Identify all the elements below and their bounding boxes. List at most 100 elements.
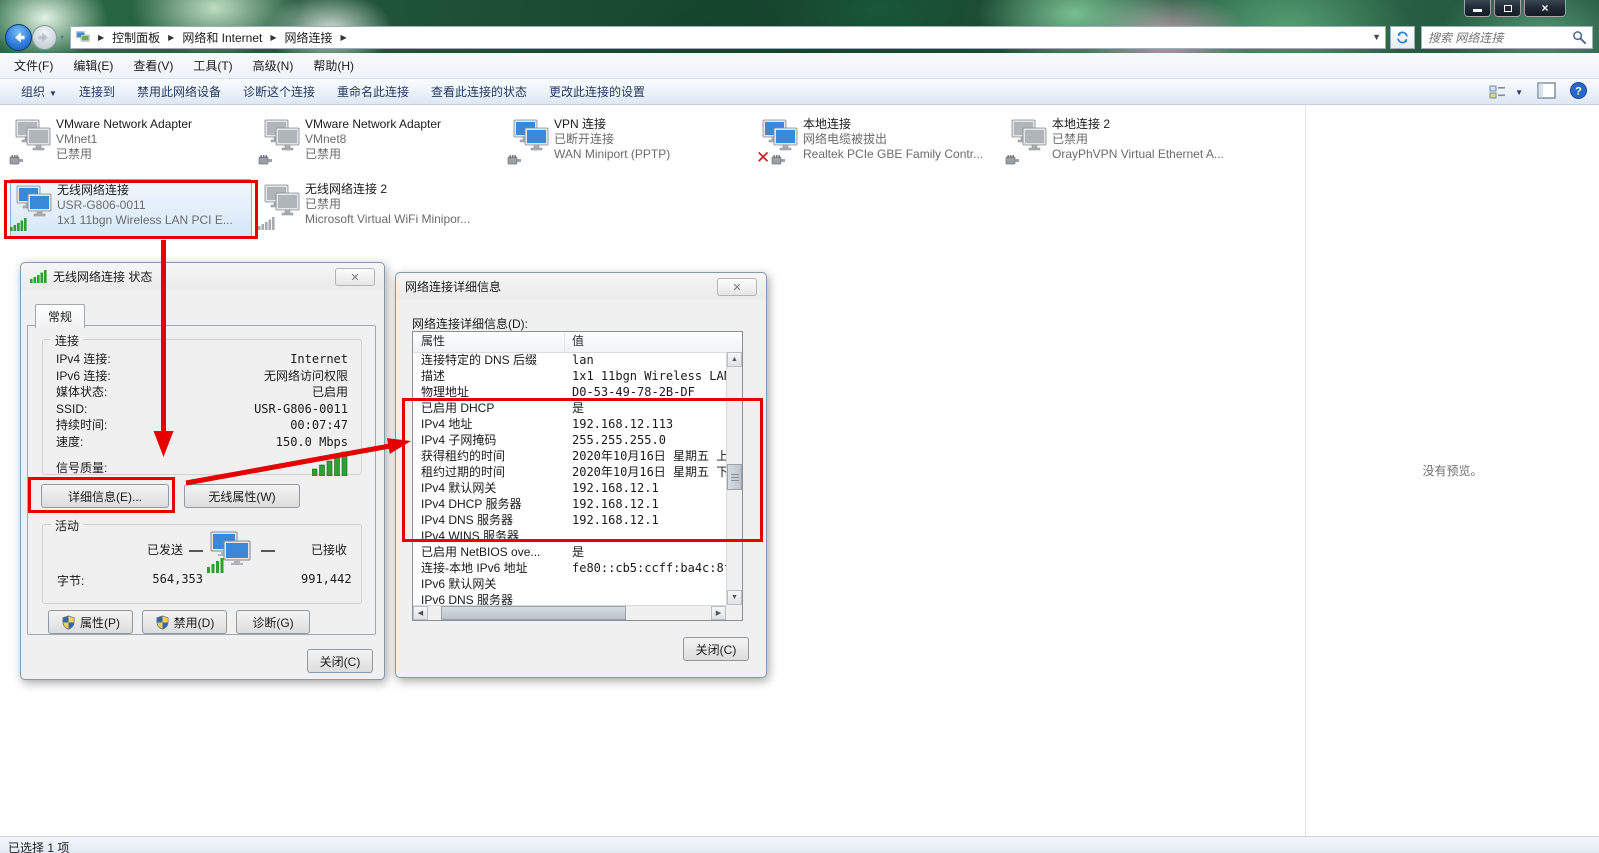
disable-button[interactable]: 禁用(D) (142, 610, 227, 634)
detail-row[interactable]: 描述 1x1 11bgn Wireless LAN PCI Exp (413, 368, 726, 384)
close-icon: ✕ (732, 281, 741, 294)
menu-edit[interactable]: 编辑(E) (63, 53, 123, 78)
network-adapter-item[interactable]: ✕ (508, 114, 750, 174)
toolbar-organize[interactable]: 组织▼ (10, 79, 68, 104)
toolbar-change-settings[interactable]: 更改此连接的设置 (538, 79, 656, 104)
toolbar-right-icons: ▼ ? (1489, 82, 1587, 102)
toolbar-disable-device[interactable]: 禁用此网络设备 (126, 79, 232, 104)
detail-row[interactable]: IPv6 DNS 服务器 (413, 592, 726, 605)
breadcrumb-separator-icon[interactable]: ▶ (335, 33, 353, 42)
help-button[interactable]: ? (1570, 82, 1587, 102)
scroll-left-icon[interactable]: ◀ (413, 606, 428, 620)
detail-property: 连接特定的 DNS 后缀 (413, 352, 565, 368)
toolbar-diagnose-connection[interactable]: 诊断这个连接 (232, 79, 326, 104)
refresh-button[interactable] (1390, 26, 1415, 49)
breadcrumb-separator-icon[interactable]: ▶ (162, 33, 180, 42)
preview-pane-icon (1537, 82, 1556, 99)
dialog-close-button[interactable]: ✕ (335, 268, 375, 286)
network-adapter-item[interactable]: ✕ (259, 179, 501, 239)
column-value[interactable]: 值 (565, 332, 584, 352)
scrollbar-corner (726, 605, 742, 620)
connection-row: IPv4 连接: Internet (56, 351, 348, 368)
signal-quality-label: 信号质量: (56, 459, 107, 476)
breadcrumb-network-internet[interactable]: 网络和 Internet (180, 29, 264, 46)
menu-file[interactable]: 文件(F) (4, 53, 63, 78)
toolbar-connect-to[interactable]: 连接到 (68, 79, 126, 104)
dialog-titlebar[interactable]: 无线网络连接 状态 (21, 263, 384, 289)
search-icon[interactable] (1572, 30, 1587, 45)
wireless-properties-button[interactable]: 无线属性(W) (184, 484, 300, 508)
adapter-status: 已禁用 (1052, 132, 1088, 146)
received-label: 已接收 (311, 541, 347, 558)
details-list-label: 网络连接详细信息(D): (412, 315, 528, 332)
toolbar-rename-connection[interactable]: 重命名此连接 (326, 79, 420, 104)
horizontal-scroll-thumb[interactable] (441, 606, 626, 620)
preview-pane-button[interactable] (1537, 82, 1556, 102)
detail-value: fe80::cb5:ccff:ba4c:8ffd%11 (565, 560, 726, 576)
breadcrumb-control-panel[interactable]: 控制面板 (110, 29, 162, 46)
adapter-device: OrayPhVPN Virtual Ethernet A... (1052, 147, 1224, 161)
close-button[interactable]: × (1524, 0, 1566, 17)
menu-tools[interactable]: 工具(T) (183, 53, 242, 78)
uac-shield-icon (155, 615, 170, 630)
scroll-up-icon[interactable]: ▲ (727, 352, 742, 367)
diagnose-button[interactable]: 诊断(G) (236, 610, 310, 634)
address-dropdown-icon[interactable]: ▼ (1372, 32, 1381, 42)
breadcrumb-separator-icon: ▶ (92, 33, 110, 42)
help-icon: ? (1570, 82, 1587, 99)
network-adapter-item[interactable]: ✕ (259, 114, 501, 174)
svg-text:?: ? (1575, 86, 1582, 98)
ethernet-plug-icon (507, 154, 522, 165)
breadcrumb-network-connections[interactable]: 网络连接 (283, 29, 335, 46)
breadcrumb-separator-icon[interactable]: ▶ (264, 33, 282, 42)
adapter-name: 无线网络连接 2 (305, 182, 387, 196)
dialog-title: 网络连接详细信息 (405, 278, 501, 295)
network-adapter-item[interactable]: ✕ (1006, 114, 1248, 174)
toolbar-view-status[interactable]: 查看此连接的状态 (420, 79, 538, 104)
close-dialog-button[interactable]: 关闭(C) (683, 637, 749, 661)
search-box[interactable] (1421, 26, 1593, 49)
network-adapter-item[interactable]: ✕ (757, 114, 999, 174)
detail-value (565, 592, 572, 605)
signal-quality-bars-icon (312, 451, 348, 476)
activity-group-label: 活动 (51, 517, 83, 534)
computers-icon (261, 184, 303, 220)
network-location-icon (75, 30, 92, 45)
adapter-status: 已禁用 (305, 197, 341, 211)
close-icon: × (1541, 2, 1548, 14)
dialog-titlebar[interactable]: 网络连接详细信息 (396, 273, 766, 299)
scroll-down-icon[interactable]: ▼ (727, 590, 742, 605)
forward-button[interactable] (32, 25, 57, 50)
maximize-button[interactable] (1494, 0, 1521, 17)
address-bar[interactable]: ▶ 控制面板 ▶ 网络和 Internet ▶ 网络连接 ▶ ▼ (70, 26, 1386, 49)
menu-view[interactable]: 查看(V) (123, 53, 183, 78)
dash-decoration (261, 550, 275, 552)
adapter-status-glyphs: ✕ (507, 154, 522, 165)
detail-row[interactable]: 已启用 NetBIOS ove... 是 (413, 544, 726, 560)
detail-row[interactable]: 连接特定的 DNS 后缀 lan (413, 352, 726, 368)
back-button[interactable] (5, 24, 32, 51)
bytes-received-value: 991,442 (301, 572, 352, 586)
connection-row-label: 媒体状态: (56, 384, 107, 401)
properties-button[interactable]: 属性(P) (48, 610, 133, 634)
annotation-rect-wireless-adapter (4, 180, 258, 239)
menu-help[interactable]: 帮助(H) (303, 53, 364, 78)
recent-pages-chevron-icon[interactable]: ▾ (60, 33, 64, 42)
column-property[interactable]: 属性 (413, 332, 565, 352)
adapter-status: 已断开连接 (554, 132, 614, 146)
scroll-right-icon[interactable]: ▶ (711, 606, 726, 620)
minimize-icon (1473, 9, 1482, 12)
detail-row[interactable]: 连接-本地 IPv6 地址 fe80::cb5:ccff:ba4c:8ffd%1… (413, 560, 726, 576)
detail-row[interactable]: IPv6 默认网关 (413, 576, 726, 592)
tab-general[interactable]: 常规 (35, 304, 85, 328)
horizontal-scrollbar[interactable]: ◀ ▶ (413, 605, 726, 620)
views-button[interactable]: ▼ (1489, 85, 1523, 100)
adapter-status: VMnet8 (305, 132, 346, 146)
menu-advanced[interactable]: 高级(N) (243, 53, 304, 78)
close-dialog-button[interactable]: 关闭(C) (307, 649, 373, 673)
minimize-button[interactable] (1464, 0, 1491, 17)
uac-shield-icon (61, 615, 76, 630)
dialog-close-button[interactable]: ✕ (717, 278, 757, 296)
network-adapter-item[interactable]: ✕ (10, 114, 252, 174)
search-input[interactable] (1422, 31, 1572, 45)
